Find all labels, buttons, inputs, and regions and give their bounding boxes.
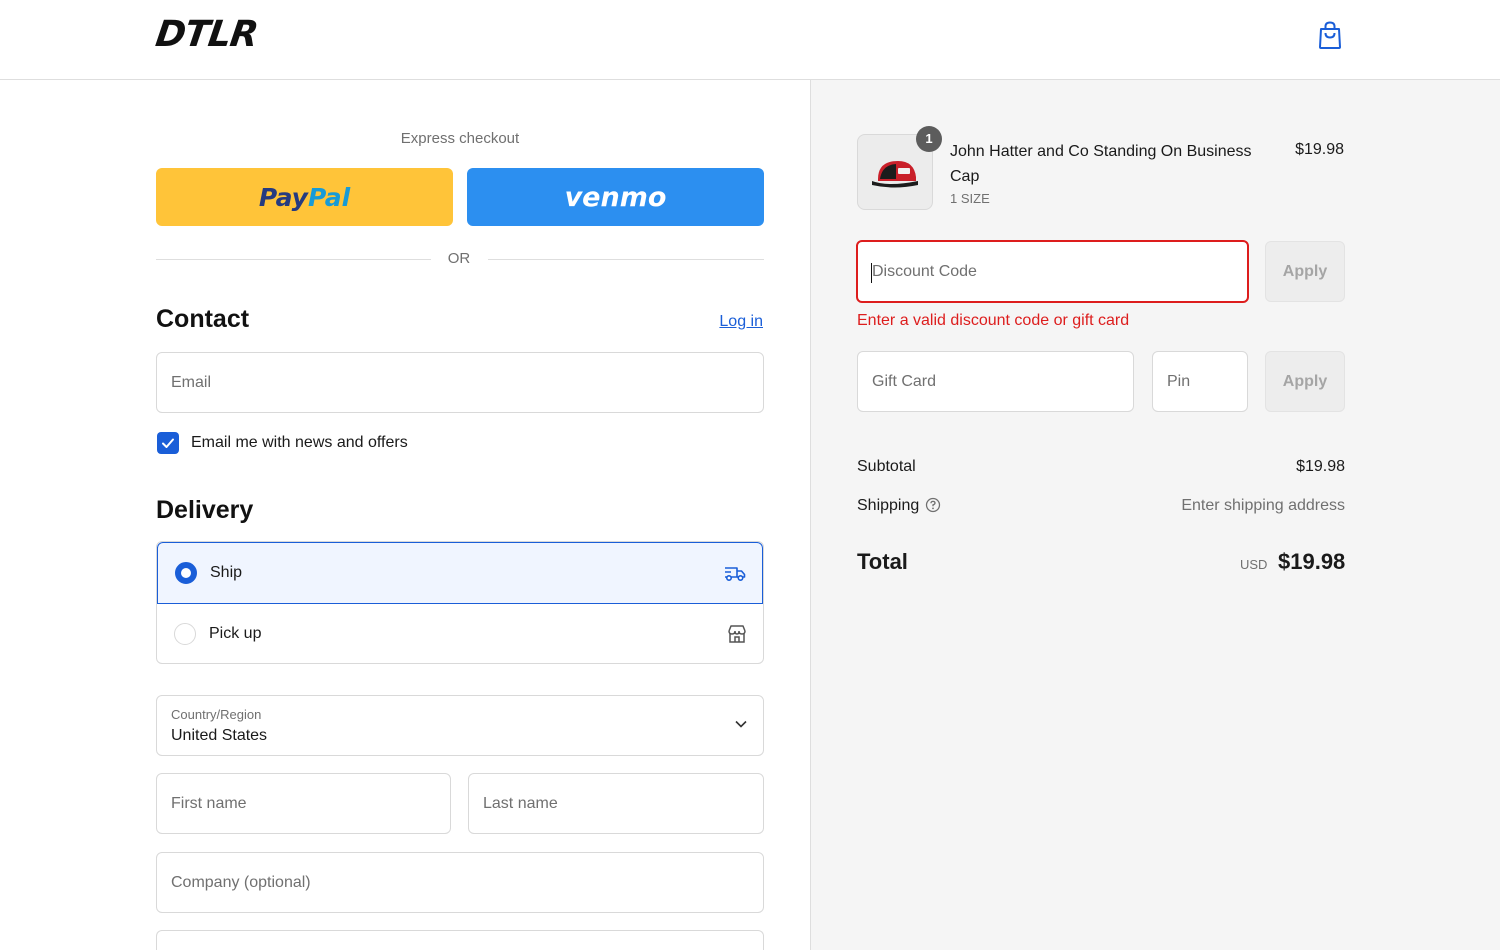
last-name-field[interactable]: Last name	[468, 773, 764, 834]
paypal-button[interactable]: Pay Pal	[156, 168, 453, 226]
shopping-bag-icon[interactable]	[1316, 20, 1344, 50]
total-currency: USD	[1240, 557, 1268, 572]
quantity-badge: 1	[916, 126, 942, 152]
product-variant: 1 SIZE	[950, 191, 990, 206]
paypal-logo-part1: Pay	[258, 182, 308, 212]
subtotal-label: Subtotal	[857, 458, 916, 475]
company-placeholder: Company (optional)	[171, 873, 311, 891]
discount-code-field[interactable]: Discount Code	[856, 240, 1249, 303]
apply-gift-card-button[interactable]: Apply	[1265, 351, 1345, 412]
truck-icon	[725, 567, 746, 582]
checkmark-icon	[162, 438, 174, 448]
paypal-logo-part2: Pal	[307, 182, 351, 212]
ship-label: Ship	[210, 564, 243, 581]
subtotal-value: $19.98	[1296, 458, 1345, 475]
header: DTLR	[0, 0, 1500, 80]
delivery-heading: Delivery	[156, 496, 254, 524]
address-field[interactable]	[156, 930, 764, 950]
delivery-option-ship[interactable]: Ship	[157, 542, 763, 604]
product-price: $19.98	[1295, 141, 1344, 158]
pickup-radio[interactable]	[174, 623, 196, 645]
discount-error-message: Enter a valid discount code or gift card	[857, 312, 1130, 329]
first-name-placeholder: First name	[171, 794, 247, 812]
help-icon[interactable]	[925, 497, 941, 513]
chevron-down-icon	[735, 720, 747, 728]
first-name-field[interactable]: First name	[156, 773, 451, 834]
express-checkout-label: Express checkout	[400, 130, 520, 147]
order-summary-pane	[810, 80, 1500, 950]
login-link[interactable]: Log in	[700, 313, 763, 331]
shipping-label: Shipping	[857, 497, 920, 514]
delivery-method-group: Ship Pick up	[156, 541, 764, 664]
newsletter-checkbox[interactable]	[157, 432, 179, 454]
country-select[interactable]: Country/Region United States	[156, 695, 764, 756]
company-field[interactable]: Company (optional)	[156, 852, 764, 913]
pickup-label: Pick up	[209, 625, 262, 642]
country-value: United States	[171, 727, 268, 744]
pin-placeholder: Pin	[1167, 372, 1191, 390]
divider-left	[156, 259, 431, 260]
ship-radio[interactable]	[175, 562, 197, 584]
gift-card-placeholder: Gift Card	[872, 372, 937, 390]
or-divider-text: OR	[447, 250, 471, 267]
newsletter-label: Email me with news and offers	[191, 434, 408, 451]
delivery-option-pickup[interactable]: Pick up	[157, 604, 763, 663]
email-field[interactable]: Email	[156, 352, 764, 413]
brand-logo[interactable]: DTLR	[153, 14, 260, 55]
store-icon	[728, 625, 746, 643]
country-label: Country/Region	[171, 707, 262, 722]
shipping-value: Enter shipping address	[1181, 497, 1345, 514]
product-name: John Hatter and Co Standing On Business …	[950, 143, 1252, 185]
total-label: Total	[857, 549, 908, 574]
total-value: $19.98	[1278, 549, 1346, 574]
discount-code-placeholder: Discount Code	[872, 262, 977, 280]
gift-card-field[interactable]: Gift Card	[857, 351, 1134, 412]
last-name-placeholder: Last name	[483, 794, 558, 812]
contact-heading: Contact	[156, 305, 250, 333]
pin-field[interactable]: Pin	[1152, 351, 1248, 412]
divider-right	[488, 259, 764, 260]
venmo-button[interactable]: venmo	[467, 168, 764, 226]
email-placeholder: Email	[171, 373, 212, 391]
apply-discount-button[interactable]: Apply	[1265, 241, 1345, 302]
